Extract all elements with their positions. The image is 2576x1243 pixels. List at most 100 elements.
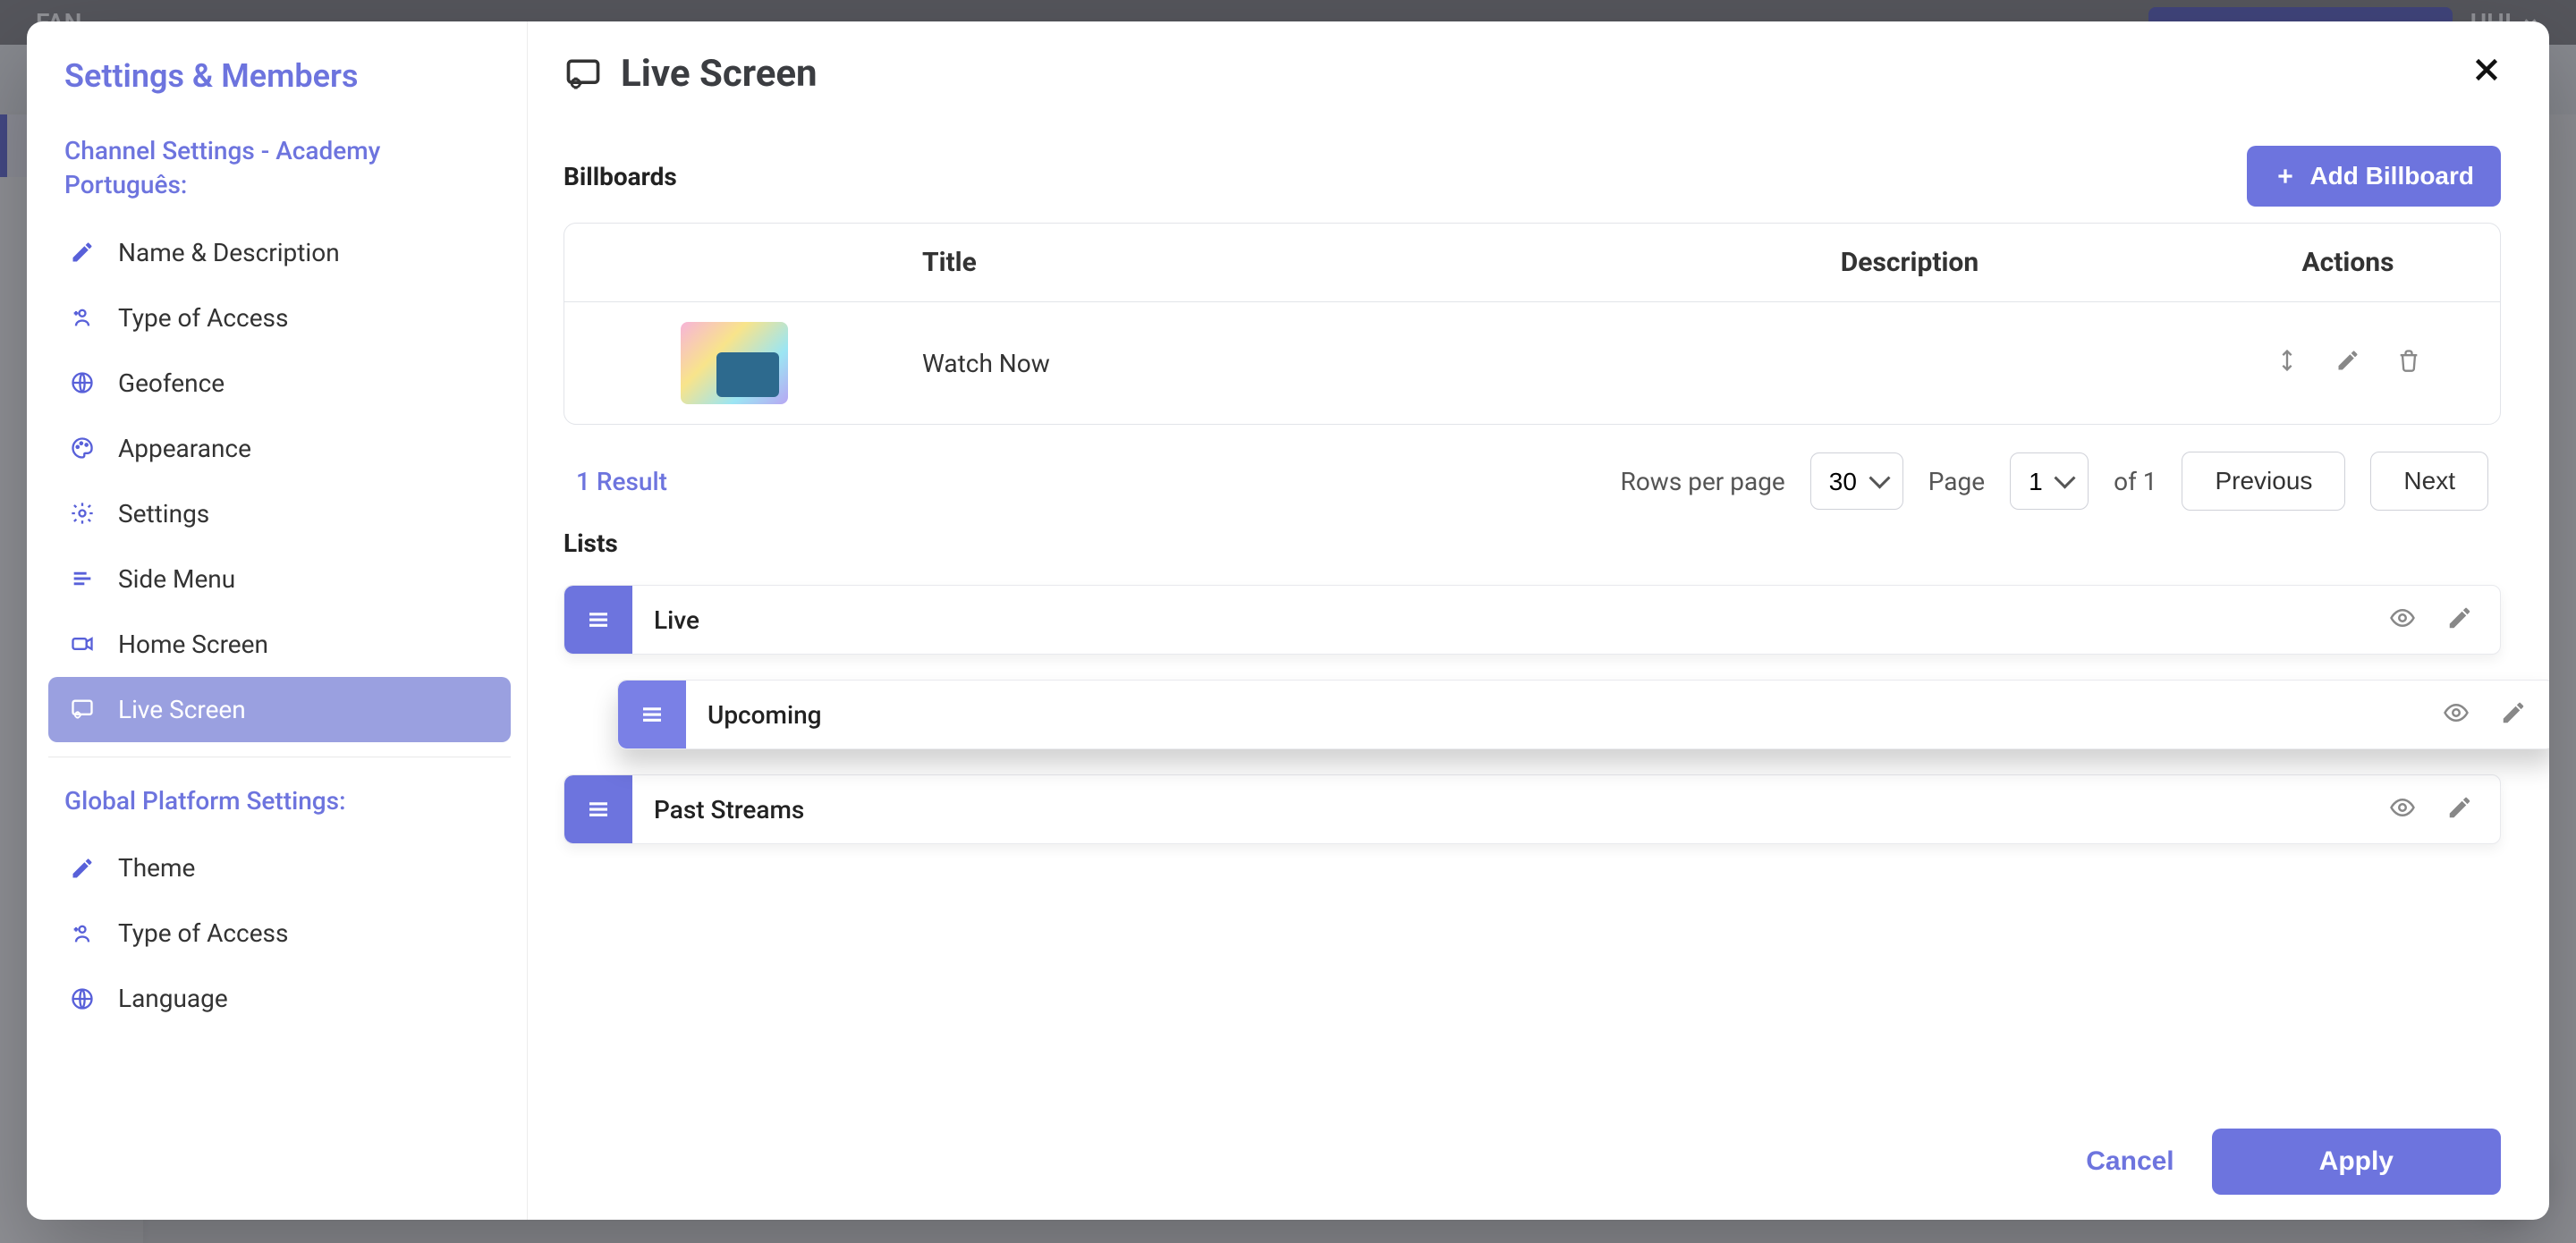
- sidebar-item-label: Type of Access: [118, 303, 288, 333]
- sidebar-item-label: Theme: [118, 853, 195, 883]
- camera-icon: [68, 630, 97, 658]
- sidebar-item-home-screen[interactable]: Home Screen: [48, 612, 511, 677]
- sidebar-item-label: Geofence: [118, 368, 225, 398]
- sidebar-item-label: Name & Description: [118, 238, 340, 267]
- drag-icon: [639, 701, 665, 728]
- drag-icon: [585, 796, 612, 823]
- list-item-label: Live: [632, 605, 2389, 635]
- sidebar-item-settings[interactable]: Settings: [48, 481, 511, 546]
- rows-per-page-select[interactable]: 30: [1810, 452, 1903, 510]
- modal-sidebar: Settings & Members Channel Settings - Ac…: [27, 21, 528, 1220]
- eye-icon: [2443, 699, 2470, 726]
- drag-handle[interactable]: [564, 586, 632, 654]
- table-row: Watch Now: [564, 302, 2500, 424]
- globe-icon: [68, 985, 97, 1013]
- sidebar-item-label: Type of Access: [118, 918, 288, 948]
- sidebar-item-theme[interactable]: Theme: [48, 835, 511, 901]
- pencil-icon: [2446, 794, 2473, 821]
- visibility-toggle[interactable]: [2389, 605, 2416, 635]
- globe-icon: [68, 368, 97, 397]
- add-billboard-button[interactable]: Add Billboard: [2247, 146, 2501, 207]
- plus-icon: [2274, 165, 2297, 188]
- pencil-icon: [68, 854, 97, 883]
- person-plus-icon: [68, 919, 97, 948]
- list-item-past-streams[interactable]: Past Streams: [564, 774, 2501, 844]
- modal-content: Live Screen Billboards Add Billboard Tit…: [528, 21, 2549, 1220]
- rows-per-page-label: Rows per page: [1621, 467, 1785, 496]
- col-description: Description: [1623, 247, 2196, 278]
- add-billboard-label: Add Billboard: [2309, 162, 2474, 190]
- modal-overlay: Settings & Members Channel Settings - Ac…: [0, 0, 2576, 1243]
- channel-settings-title: Channel Settings - Academy Português:: [48, 134, 511, 202]
- modal-footer: Cancel Apply: [564, 1111, 2501, 1195]
- sidebar-item-global-access[interactable]: Type of Access: [48, 901, 511, 966]
- list-item-live[interactable]: Live: [564, 585, 2501, 655]
- billboard-thumbnail: [681, 322, 788, 404]
- next-button[interactable]: Next: [2370, 452, 2488, 511]
- trash-icon: [2396, 348, 2421, 373]
- sidebar-item-label: Side Menu: [118, 564, 235, 594]
- edit-list-button[interactable]: [2446, 794, 2473, 824]
- billboards-table: Title Description Actions Watch Now: [564, 223, 2501, 425]
- apply-button[interactable]: Apply: [2212, 1129, 2501, 1195]
- reorder-button[interactable]: [2275, 348, 2300, 379]
- billboards-label: Billboards: [564, 162, 677, 191]
- page-select[interactable]: 1: [2010, 452, 2089, 510]
- sidebar-item-label: Language: [118, 984, 228, 1013]
- list-item-label: Past Streams: [632, 795, 2389, 824]
- pencil-icon: [2500, 699, 2527, 726]
- result-count: 1 Result: [576, 467, 667, 496]
- sidebar-item-label: Home Screen: [118, 630, 268, 659]
- page-label: Page: [1928, 467, 1985, 496]
- edit-list-button[interactable]: [2446, 605, 2473, 635]
- visibility-toggle[interactable]: [2389, 794, 2416, 824]
- drag-icon: [585, 606, 612, 633]
- eye-icon: [2389, 794, 2416, 821]
- screen-cog-icon: [564, 55, 603, 94]
- modal-sidebar-title: Settings & Members: [48, 57, 511, 95]
- sidebar-item-label: Appearance: [118, 434, 251, 463]
- menu-icon: [68, 564, 97, 593]
- col-actions: Actions: [2196, 247, 2500, 278]
- sidebar-item-label: Settings: [118, 499, 209, 528]
- content-title: Live Screen: [621, 52, 818, 96]
- delete-button[interactable]: [2396, 348, 2421, 379]
- sidebar-item-live-screen[interactable]: Live Screen: [48, 677, 511, 742]
- sidebar-item-language[interactable]: Language: [48, 966, 511, 1031]
- lists-container: Live Upcoming Past Streams: [564, 585, 2501, 869]
- pencil-icon: [2446, 605, 2473, 631]
- visibility-toggle[interactable]: [2443, 699, 2470, 730]
- pencil-icon: [2335, 348, 2360, 373]
- lists-label: Lists: [564, 528, 2501, 558]
- pencil-icon: [68, 238, 97, 266]
- pagination: 1 Result Rows per page 30 Page 1 of 1 Pr…: [564, 425, 2501, 520]
- list-item-upcoming[interactable]: Upcoming: [617, 680, 2549, 749]
- settings-modal: Settings & Members Channel Settings - Ac…: [27, 21, 2549, 1220]
- palette-icon: [68, 434, 97, 462]
- drag-handle[interactable]: [618, 681, 686, 748]
- sidebar-item-type-of-access[interactable]: Type of Access: [48, 285, 511, 351]
- gear-icon: [68, 499, 97, 528]
- list-item-label: Upcoming: [686, 700, 2443, 730]
- cancel-button[interactable]: Cancel: [2086, 1146, 2174, 1177]
- page-of-text: of 1: [2114, 467, 2157, 496]
- screen-cog-icon: [68, 695, 97, 723]
- previous-button[interactable]: Previous: [2182, 452, 2345, 511]
- sidebar-item-name-description[interactable]: Name & Description: [48, 220, 511, 285]
- billboards-header: Billboards Add Billboard: [564, 146, 2501, 207]
- sidebar-item-geofence[interactable]: Geofence: [48, 351, 511, 416]
- drag-handle[interactable]: [564, 775, 632, 843]
- edit-button[interactable]: [2335, 348, 2360, 379]
- edit-list-button[interactable]: [2500, 699, 2527, 730]
- content-header: Live Screen: [564, 52, 2501, 96]
- table-header: Title Description Actions: [564, 224, 2500, 302]
- sidebar-item-side-menu[interactable]: Side Menu: [48, 546, 511, 612]
- col-title: Title: [904, 247, 1623, 278]
- sidebar-item-appearance[interactable]: Appearance: [48, 416, 511, 481]
- sidebar-item-label: Live Screen: [118, 695, 246, 724]
- person-plus-icon: [68, 303, 97, 332]
- row-title: Watch Now: [904, 349, 1623, 378]
- sort-icon: [2275, 348, 2300, 373]
- global-settings-title: Global Platform Settings:: [48, 784, 511, 818]
- eye-icon: [2389, 605, 2416, 631]
